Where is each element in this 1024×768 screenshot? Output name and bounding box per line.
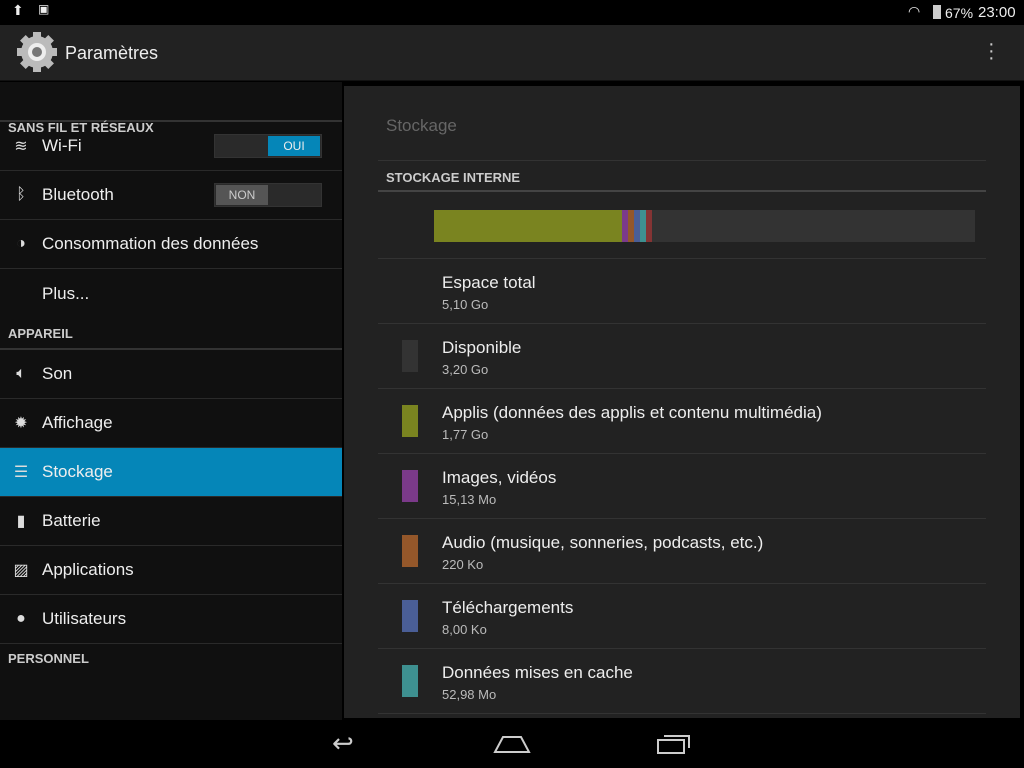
clock: 23:00 [978,4,1016,21]
sidebar-item-more[interactable]: Plus... [0,269,342,318]
wifi-signal-icon: ◠ [908,3,921,19]
settings-sidebar: SANS FIL ET RÉSEAUX ≋ Wi-Fi OUI ᛒ Bluetoot… [0,82,342,720]
app-title: Paramètres [65,43,159,63]
color-swatch [402,665,418,697]
sidebar-item-data-usage[interactable]: ◑ Consommation des données [0,220,342,269]
row-title: Disponible [442,338,522,357]
item-label: Bluetooth [42,185,114,204]
navigation-bar: ↩ [0,720,1024,768]
apps-icon: ▨ [13,562,29,579]
row-value: 8,00 Ko [442,622,487,637]
item-label: Applications [42,560,134,579]
sidebar-item-sound[interactable]: 🔈︎ Son [0,350,342,399]
storage-row[interactable]: Disponible 3,20 Go [378,324,986,389]
sidebar-item-applications[interactable]: ▨ Applications [0,546,342,595]
row-value: 1,77 Go [442,427,489,442]
bluetooth-icon: ᛒ [16,186,26,203]
item-label: Stockage [42,462,113,481]
color-swatch [402,340,418,372]
sidebar-item-wifi[interactable]: ≋ Wi-Fi OUI [0,122,342,171]
storage-row[interactable]: Données mises en cache 52,98 Mo [378,649,986,714]
row-title: Audio (musique, sonneries, podcasts, etc… [442,533,764,552]
section-header: SANS FIL ET RÉSEAUX [0,82,342,135]
row-title: Images, vidéos [442,468,557,487]
user-icon: ● [16,610,26,627]
row-value: 3,20 Go [442,362,489,377]
wifi-icon: ≋ [14,138,28,155]
color-swatch [402,405,418,437]
row-title: Téléchargements [442,598,574,617]
section-header: STOCKAGE INTERNE [378,160,986,192]
item-label: Batterie [42,511,101,530]
storage-row[interactable]: Espace total 5,10 Go [378,259,986,324]
battery-icon: ▮ [16,513,26,530]
upload-icon: ⬆ [12,2,24,18]
storage-icon: ☰ [13,464,29,481]
item-label: Affichage [42,413,113,432]
gear-icon[interactable] [15,30,59,74]
bar-segment [651,210,975,242]
row-value: 15,13 Mo [442,492,497,507]
storage-row[interactable]: Audio (musique, sonneries, podcasts, etc… [378,519,986,584]
storage-panel: Stockage STOCKAGE INTERNE Espace total 5,… [344,86,1020,718]
sidebar-item-battery[interactable]: ▮ Batterie [0,497,342,546]
sidebar-item-display[interactable]: ✹ Affichage [0,399,342,448]
recent-apps-icon[interactable] [656,732,692,756]
row-title: Applis (données des applis et contenu mu… [442,403,822,422]
image-icon: ▣ [38,2,50,16]
color-swatch [402,535,418,567]
row-value: 220 Ko [442,557,484,572]
storage-row[interactable]: Téléchargements 8,00 Ko [378,584,986,649]
storage-row[interactable]: Applis (données des applis et contenu mu… [378,389,986,454]
storage-usage-bar [434,210,975,242]
battery-level: 67% [945,5,974,21]
row-value: 52,98 Mo [442,687,497,702]
toggle-on: OUI [268,136,320,156]
item-label: Consommation des données [42,234,259,253]
item-label: Son [42,364,73,383]
color-swatch [402,470,418,502]
action-bar: Paramètres · · · [0,25,1024,81]
section-header: APPAREIL [0,318,342,350]
row-value: 5,10 Go [442,297,489,312]
home-icon[interactable] [493,734,531,754]
brightness-icon: ✹ [14,415,28,432]
wifi-toggle[interactable]: OUI [214,134,322,158]
section-label: STOCKAGE INTERNE [386,170,521,185]
item-label: Plus... [42,283,90,303]
row-title: Données mises en cache [442,663,633,682]
overflow-menu-icon[interactable]: · · · [988,34,995,68]
battery-icon [933,5,941,19]
item-label: Utilisateurs [42,609,127,628]
color-swatch [402,600,418,632]
sidebar-item-bluetooth[interactable]: ᛒ Bluetooth NON [0,171,342,220]
sidebar-item-storage[interactable]: ☰ Stockage [0,448,342,497]
data-usage-icon: ◑ [16,235,26,252]
speaker-icon: 🔈︎ [16,365,26,382]
section-header: PERSONNEL [8,651,89,666]
status-bar: ⬆ ▣ ◠ 67% 23:00 [0,0,1024,25]
sidebar-item-users[interactable]: ● Utilisateurs [0,595,342,644]
item-label: Wi-Fi [42,136,82,155]
bluetooth-toggle[interactable]: NON [214,183,322,207]
toggle-off: NON [216,185,268,205]
row-title: Espace total [442,273,536,292]
storage-row[interactable]: Images, vidéos 15,13 Mo [378,454,986,519]
page-title: Stockage [386,116,457,135]
bar-segment [434,210,623,242]
back-icon[interactable]: ↩ [332,728,354,759]
